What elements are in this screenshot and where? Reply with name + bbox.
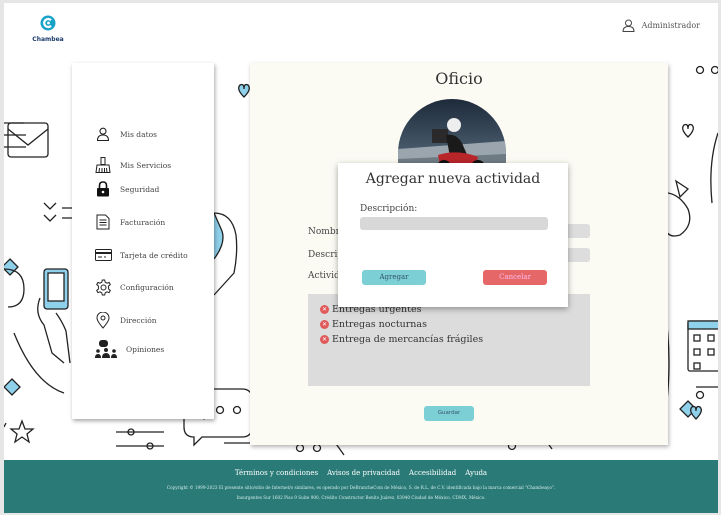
modal-description-label: Descripción: [360, 204, 418, 214]
sidebar-item-label: Seguridad [120, 184, 160, 194]
footer-link-terminos[interactable]: Términos y condiciones [235, 469, 318, 477]
sidebar-item-label: Tarjeta de crédito [120, 250, 188, 260]
lock-icon [94, 180, 112, 198]
document-icon [94, 213, 112, 231]
add-activity-modal: Agregar nueva actividad Descripción: Agr… [338, 163, 568, 307]
cancel-button[interactable]: Cancelar [483, 270, 547, 285]
activities-list: ✕ Entregas urgentes ✕ Entregas nocturnas… [308, 294, 590, 386]
name-label: Nombr [308, 227, 340, 237]
user-icon [622, 19, 635, 32]
save-button[interactable]: Guardar [424, 406, 474, 421]
location-pin-icon [94, 311, 112, 329]
remove-icon[interactable]: ✕ [320, 305, 329, 314]
sidebar-item-label: Opiniones [126, 344, 165, 354]
sidebar-item-label: Mis datos [120, 129, 157, 139]
people-icon [94, 340, 118, 358]
modal-title: Agregar nueva actividad [365, 171, 541, 187]
add-button[interactable]: Agregar [362, 270, 426, 285]
footer-copyright: Copyright © 1999-2023 El presente sitio/… [166, 485, 556, 490]
remove-icon[interactable]: ✕ [320, 335, 329, 344]
sidebar-item-label: Configuración [120, 282, 174, 292]
footer-links: Términos y condiciones Avisos de privaci… [4, 469, 718, 477]
sidebar-item-opiniones[interactable]: Opiniones [94, 339, 164, 359]
footer-address: Insurgentes Sur 1602 Piso 9 Suite 900, C… [236, 495, 486, 500]
chambea-logo-icon [40, 15, 56, 31]
sidebar-item-direccion[interactable]: Dirección [94, 310, 157, 330]
app-frame: Chambea Administrador Mis datos Mis Serv… [4, 3, 718, 513]
footer: Términos y condiciones Avisos de privaci… [4, 460, 718, 513]
sidebar-item-tarjeta[interactable]: Tarjeta de crédito [94, 245, 188, 265]
brand-logo[interactable]: Chambea [30, 15, 66, 43]
user-name: Administrador [641, 21, 700, 30]
broom-icon [94, 156, 112, 174]
footer-link-accesibilidad[interactable]: Accesibilidad [409, 469, 456, 477]
page-title: Oficio [435, 69, 483, 88]
sidebar-item-mis-servicios[interactable]: Mis Servicios [94, 155, 171, 175]
remove-icon[interactable]: ✕ [320, 320, 329, 329]
sidebar-item-label: Facturación [120, 217, 166, 227]
credit-card-icon [94, 246, 112, 264]
sidebar-item-configuracion[interactable]: Configuración [94, 277, 174, 297]
footer-link-ayuda[interactable]: Ayuda [465, 469, 487, 477]
sidebar-item-seguridad[interactable]: Seguridad [94, 179, 159, 199]
sidebar-item-label: Mis Servicios [120, 160, 172, 170]
sidebar-item-mis-datos[interactable]: Mis datos [94, 124, 157, 144]
list-item: ✕ Entrega de mercancías frágiles [320, 334, 484, 345]
header: Chambea Administrador [4, 3, 718, 63]
list-item: ✕ Entregas nocturnas [320, 319, 427, 330]
sidebar-item-facturacion[interactable]: Facturación [94, 212, 165, 232]
activities-label: Activid [308, 271, 340, 281]
sidebar-item-label: Dirección [120, 315, 157, 325]
user-icon [94, 125, 112, 143]
brand-name: Chambea [32, 36, 64, 43]
user-menu[interactable]: Administrador [622, 19, 700, 32]
gear-icon [94, 278, 112, 296]
modal-description-input[interactable] [360, 217, 548, 230]
sidebar: Mis datos Mis Servicios Seguridad Factur… [72, 63, 214, 419]
footer-link-privacidad[interactable]: Avisos de privacidad [327, 469, 400, 477]
